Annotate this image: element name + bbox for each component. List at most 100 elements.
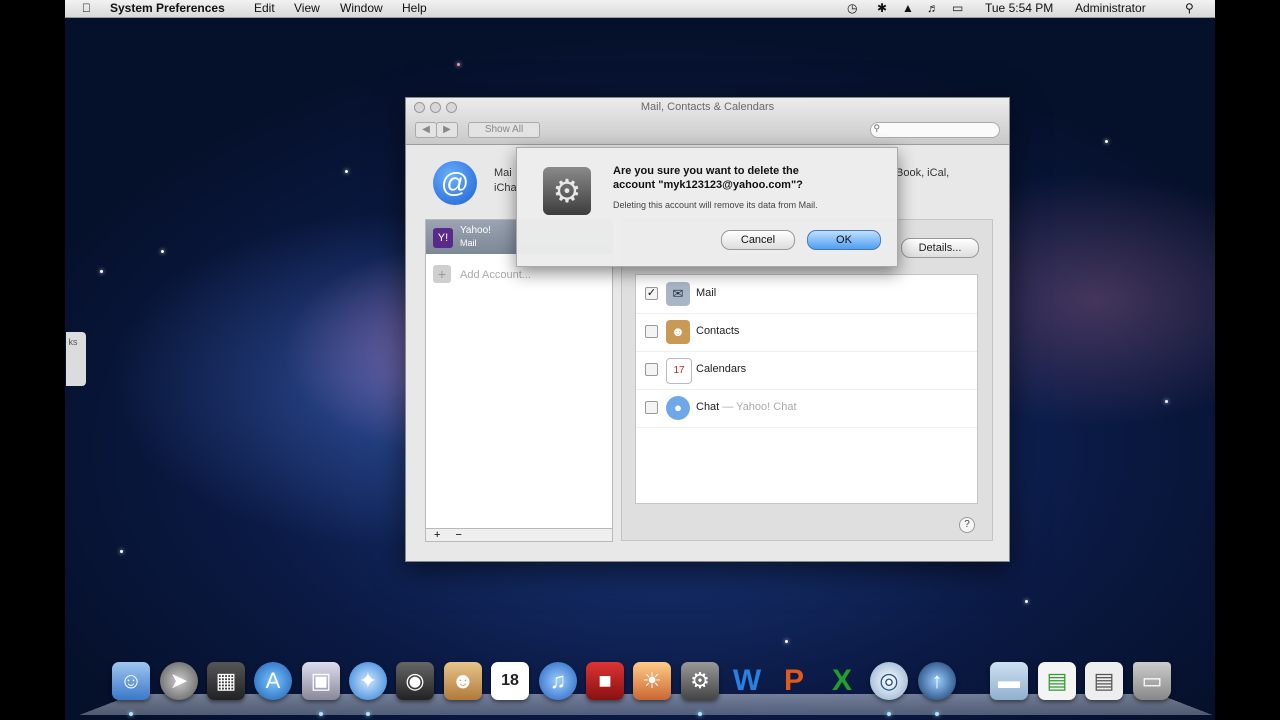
alert-question-line-2: account "myk123123@yahoo.com"? bbox=[613, 179, 803, 191]
ok-button[interactable]: OK bbox=[807, 230, 881, 250]
service-label: Contacts bbox=[696, 325, 740, 337]
menu-user[interactable]: Administrator bbox=[1075, 1, 1146, 15]
menu-help[interactable]: Help bbox=[402, 1, 427, 15]
preview-icon[interactable]: ▣ bbox=[302, 662, 340, 700]
list-controls: + − bbox=[425, 528, 613, 542]
mail-icon: ✉ bbox=[666, 282, 690, 306]
help-button[interactable]: ? bbox=[959, 517, 975, 533]
delete-account-alert: ⚙ Are you sure you want to delete the ac… bbox=[516, 147, 898, 267]
trash-icon[interactable]: ▭ bbox=[1133, 662, 1171, 700]
iphoto-icon[interactable]: ☀ bbox=[633, 662, 671, 700]
at-sign-icon: @ bbox=[433, 161, 477, 205]
running-indicator bbox=[935, 712, 939, 716]
service-label: Calendars bbox=[696, 363, 747, 375]
window-edge-handle[interactable]: ks bbox=[66, 332, 86, 386]
star bbox=[457, 63, 460, 66]
facetime-icon[interactable]: ◉ bbox=[396, 662, 434, 700]
header-text-1: Mai bbox=[494, 167, 512, 179]
alert-informative-text: Deleting this account will remove its da… bbox=[613, 200, 818, 210]
account-name: Yahoo! bbox=[460, 225, 491, 236]
launchpad-icon[interactable]: ➤ bbox=[160, 662, 198, 700]
bluetooth-icon[interactable]: ✱ bbox=[877, 1, 887, 15]
menu-edit[interactable]: Edit bbox=[254, 1, 275, 15]
contacts-checkbox[interactable] bbox=[645, 325, 658, 338]
show-all-button[interactable]: Show All bbox=[468, 122, 540, 138]
spotlight-icon[interactable]: ⚲ bbox=[1185, 1, 1194, 15]
forward-button[interactable]: ▶ bbox=[436, 122, 458, 138]
window-titlebar: Mail, Contacts & Calendars ◀ ▶ Show All … bbox=[406, 98, 1009, 145]
scanner-icon[interactable]: ▤ bbox=[1085, 662, 1123, 700]
header-text-right: Book, iCal, bbox=[896, 167, 950, 179]
search-icon: ⚲ bbox=[871, 123, 881, 133]
yahoo-icon: Y! bbox=[433, 228, 453, 248]
battery-icon[interactable]: ▭ bbox=[952, 1, 963, 15]
running-indicator bbox=[129, 712, 133, 716]
utility-icon[interactable]: ↑ bbox=[918, 662, 956, 700]
volume-icon[interactable]: ♬ bbox=[927, 1, 939, 15]
services-list: ✓ ✉ Mail ☻ Contacts 17 Calendars ● Chat … bbox=[635, 274, 978, 504]
back-button[interactable]: ◀ bbox=[415, 122, 437, 138]
document-icon[interactable]: ▤ bbox=[1038, 662, 1076, 700]
calendars-checkbox[interactable] bbox=[645, 363, 658, 376]
dvd-player-icon[interactable]: ◎ bbox=[870, 662, 908, 700]
service-label: Chat — Yahoo! Chat bbox=[696, 401, 797, 413]
wifi-icon[interactable]: ▲ bbox=[902, 1, 914, 15]
menu-clock[interactable]: Tue 5:54 PM bbox=[985, 1, 1053, 15]
star bbox=[100, 270, 103, 273]
alert-question: Are you sure you want to delete the acco… bbox=[613, 164, 873, 192]
service-row-chat: ● Chat — Yahoo! Chat bbox=[636, 389, 977, 428]
running-indicator bbox=[887, 712, 891, 716]
menu-app-name[interactable]: System Preferences bbox=[110, 1, 225, 15]
chat-icon: ● bbox=[666, 396, 690, 420]
excel-icon[interactable]: X bbox=[823, 662, 861, 700]
calendar-icon[interactable]: 18 bbox=[491, 662, 529, 700]
star bbox=[345, 170, 348, 173]
service-label: Mail bbox=[696, 287, 717, 299]
add-account-icon[interactable]: + bbox=[433, 265, 451, 283]
documents-folder-icon[interactable]: ▬ bbox=[990, 662, 1028, 700]
finder-icon[interactable]: ☺ bbox=[112, 662, 150, 700]
add-account-button[interactable]: + bbox=[434, 529, 440, 541]
star bbox=[161, 250, 164, 253]
service-row-calendars: 17 Calendars bbox=[636, 351, 977, 390]
running-indicator bbox=[319, 712, 323, 716]
star bbox=[1165, 400, 1168, 403]
apple-menu-icon[interactable]:  bbox=[82, 1, 91, 15]
mail-checkbox[interactable]: ✓ bbox=[645, 287, 658, 300]
details-button[interactable]: Details... bbox=[901, 238, 979, 258]
account-subtitle: Mail bbox=[460, 238, 477, 248]
alert-question-line-1: Are you sure you want to delete the bbox=[613, 165, 799, 177]
window-title: Mail, Contacts & Calendars bbox=[640, 101, 775, 113]
calendar-icon: 17 bbox=[666, 358, 692, 384]
running-indicator bbox=[366, 712, 370, 716]
star bbox=[785, 640, 788, 643]
cancel-button[interactable]: Cancel bbox=[721, 230, 795, 250]
menu-window[interactable]: Window bbox=[340, 1, 383, 15]
menu-bar:  System Preferences Edit View Window He… bbox=[65, 0, 1215, 18]
contacts-icon[interactable]: ☻ bbox=[444, 662, 482, 700]
header-text-2: iCha bbox=[494, 182, 517, 194]
chat-checkbox[interactable] bbox=[645, 401, 658, 414]
mission-control-icon[interactable]: ▦ bbox=[207, 662, 245, 700]
app-store-icon[interactable]: A bbox=[254, 662, 292, 700]
system-preferences-icon[interactable]: ⚙ bbox=[681, 662, 719, 700]
star bbox=[120, 550, 123, 553]
search-field[interactable]: ⚲ bbox=[870, 122, 1000, 138]
running-indicator bbox=[698, 712, 702, 716]
word-icon[interactable]: W bbox=[728, 662, 766, 700]
add-account-item[interactable]: Add Account... bbox=[460, 269, 531, 281]
service-row-mail: ✓ ✉ Mail bbox=[636, 275, 977, 314]
chat-service-suffix: — Yahoo! Chat bbox=[722, 401, 797, 413]
contacts-icon: ☻ bbox=[666, 320, 690, 344]
powerpoint-icon[interactable]: P bbox=[775, 662, 813, 700]
remove-account-button[interactable]: − bbox=[456, 529, 462, 541]
photo-booth-icon[interactable]: ■ bbox=[586, 662, 624, 700]
system-preferences-gear-icon: ⚙ bbox=[543, 167, 591, 215]
star bbox=[1025, 600, 1028, 603]
star bbox=[1105, 140, 1108, 143]
service-row-contacts: ☻ Contacts bbox=[636, 313, 977, 352]
time-machine-icon[interactable]: ◷ bbox=[847, 1, 857, 15]
itunes-icon[interactable]: ♫ bbox=[539, 662, 577, 700]
safari-icon[interactable]: ✦ bbox=[349, 662, 387, 700]
menu-view[interactable]: View bbox=[294, 1, 320, 15]
